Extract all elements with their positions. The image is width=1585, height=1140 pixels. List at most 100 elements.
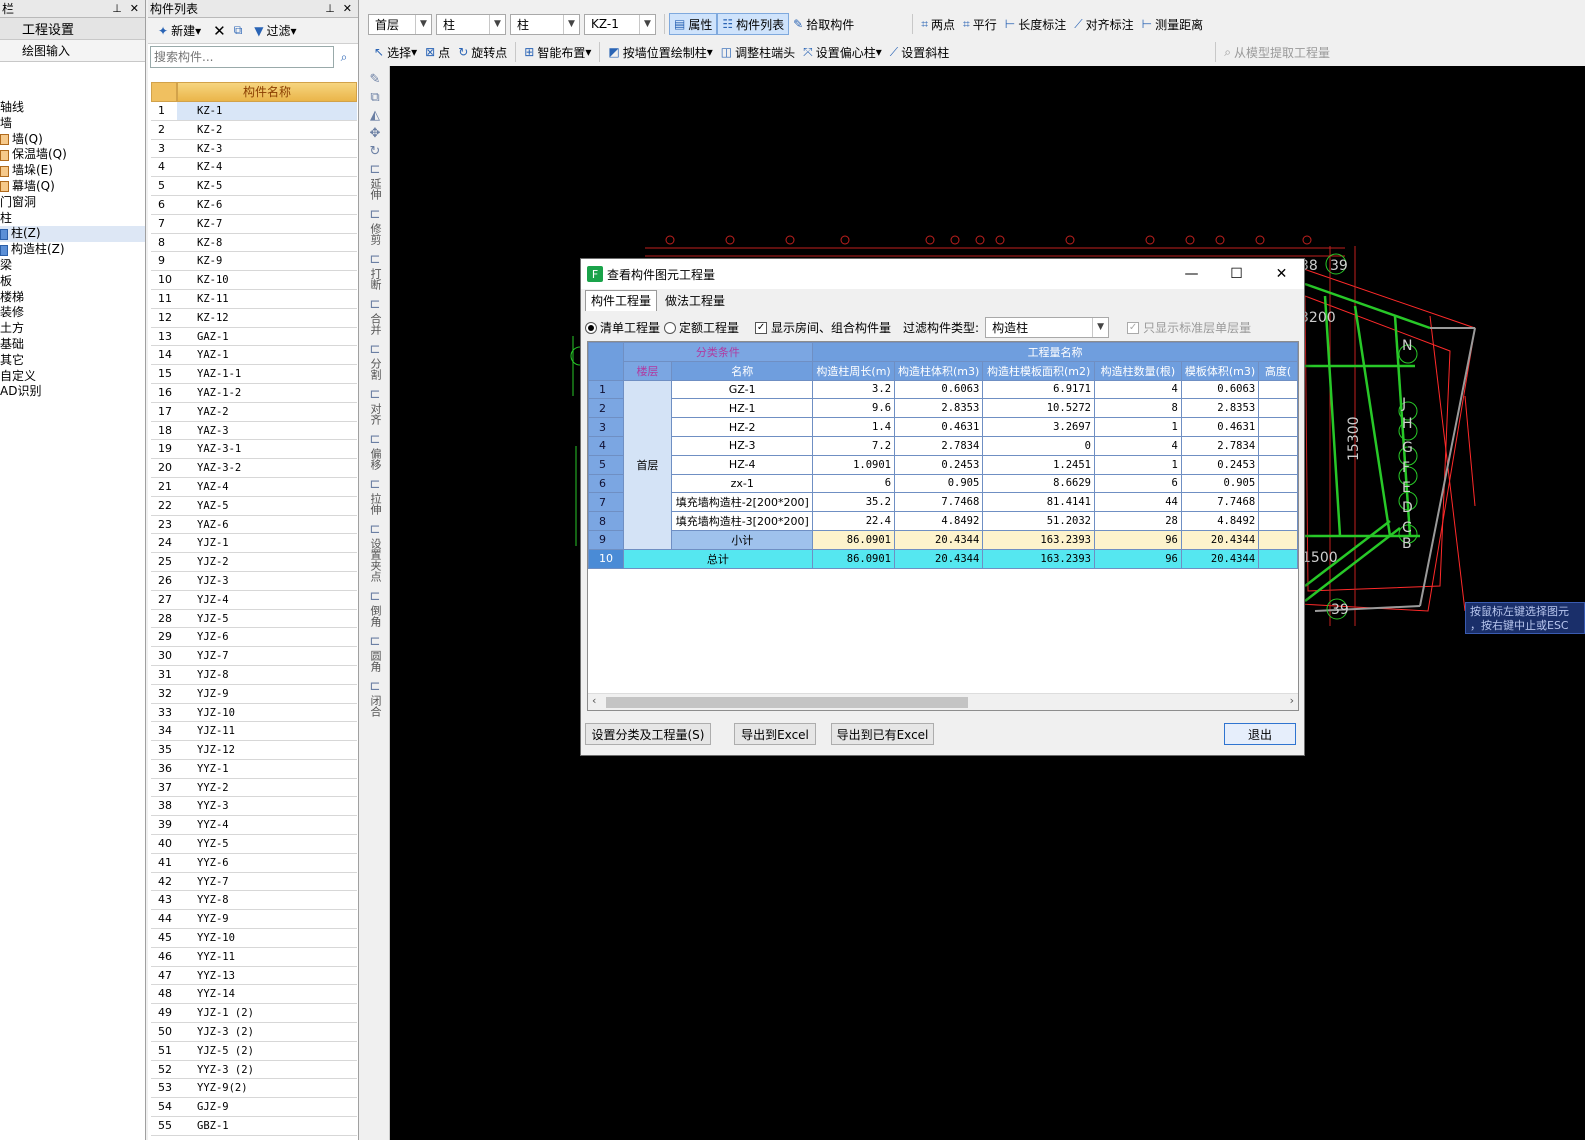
table-row[interactable]: 27 YJZ-4 [151,590,357,610]
table-row[interactable]: 34 YJZ-11 [151,722,357,742]
table-row[interactable]: 5 KZ-5 [151,177,357,196]
export-excel-button[interactable]: 导出到Excel [734,723,816,745]
two-point-button[interactable]: ⌗ 两点 [917,13,959,35]
table-row[interactable]: 4 KZ-4 [151,158,357,178]
table-row[interactable]: 49 YJZ-1 (2) [151,1004,357,1024]
table-row[interactable]: 11 KZ-11 [151,289,357,309]
floor-select[interactable]: 首层 ▼ [368,13,432,35]
table-row[interactable]: 52 YYZ-3 (2) [151,1060,357,1080]
tree-item[interactable]: 墙垛(E) [0,163,145,179]
table-row[interactable]: 39 YYZ-4 [151,816,357,836]
component-list-button[interactable]: ☷ 构件列表 [717,13,790,35]
tree-item[interactable]: 柱 [0,211,145,227]
pin-icon[interactable]: ⊥ [112,2,122,15]
table-row[interactable]: 51 YJZ-5 (2) [151,1041,357,1061]
table-row[interactable]: 33 YJZ-10 [151,703,357,723]
table-row[interactable]: 47 YYZ-13 [151,966,357,986]
strip-tool[interactable]: ⊏ 闭合 [362,680,388,720]
table-row[interactable]: 9 小计 86.0901 20.4344 163.2393 96 20.4344 [588,529,1298,550]
tree-item[interactable]: 幕墙(Q) [0,179,145,195]
tree-item[interactable]: 其它 [0,353,145,369]
table-row[interactable]: 44 YYZ-9 [151,910,357,930]
slant-column-button[interactable]: ⟋ 设置斜柱 [886,41,953,63]
tree-item[interactable]: 基础 [0,337,145,353]
table-row[interactable]: 53 YYZ-9(2) [151,1079,357,1099]
close-icon[interactable]: ✕ [1259,266,1304,282]
table-row[interactable]: 8 KZ-8 [151,233,357,253]
maximize-icon[interactable]: ☐ [1214,266,1259,282]
table-row[interactable]: 46 YYZ-11 [151,947,357,967]
aligned-dimension-button[interactable]: ⟋ 对齐标注 [1070,13,1137,35]
table-row[interactable]: 6 zx-1 6 0.905 8.6629 6 0.905 [588,473,1298,494]
table-row[interactable]: 5 HZ-4 1.0901 0.2453 1.2451 1 0.2453 [588,454,1298,475]
strip-tool[interactable]: ⊏ 合并 [362,298,388,338]
component-select[interactable]: KZ-1 ▼ [584,13,656,35]
standard-floor-checkbox[interactable]: ✓ 只显示标准层单层量 [1127,319,1251,336]
minimize-icon[interactable]: — [1169,266,1214,282]
rotate-tool[interactable]: ↻ [362,145,388,158]
table-row[interactable]: 6 KZ-6 [151,195,357,215]
rotate-point-button[interactable]: ↻ 旋转点 [454,41,511,63]
table-row[interactable]: 23 YAZ-6 [151,515,357,535]
table-row[interactable]: 1 首层 GZ-1 3.2 0.6063 6.9171 4 0.6063 [588,379,1298,550]
tree-item[interactable]: 柱(Z) [0,226,145,243]
scrollbar-thumb[interactable] [606,697,968,708]
table-row[interactable]: 24 YJZ-1 [151,534,357,554]
table-row[interactable]: 55 GBZ-1 [151,1117,357,1136]
table-row[interactable]: 28 YJZ-5 [151,609,357,629]
table-row[interactable]: 25 YJZ-2 [151,553,357,572]
show-room-checkbox[interactable]: ✓ 显示房间、组合构件量 [755,319,891,336]
element-type-select[interactable]: 柱 ▼ [436,13,506,35]
table-row[interactable]: 1 KZ-1 [151,102,357,121]
draw-column-by-wall-button[interactable]: ◩ 按墙位置绘制柱 ▾ [604,41,716,63]
table-row[interactable]: 7 填充墙构造柱-2[200*200] 35.2 7.7468 81.4141 44 7.7… [588,492,1298,513]
copy-tool[interactable]: ⧉ [362,91,388,104]
table-row[interactable]: 20 YAZ-3-2 [151,459,357,478]
table-row[interactable]: 8 填充墙构造柱-3[200*200] 22.4 4.8492 51.2032 28 4.8… [588,511,1298,531]
tree-item[interactable]: 自定义 [0,369,145,385]
table-row[interactable]: 22 YAZ-5 [151,496,357,516]
tab-component-quantity[interactable]: 构件工程量 [585,290,658,311]
delete-icon[interactable]: ✕ [213,22,226,40]
table-row[interactable]: 37 YYZ-2 [151,778,357,798]
strip-tool[interactable]: ⊏ 修剪 [362,208,388,248]
pick-component-button[interactable]: ✎ 拾取构件 [789,13,858,35]
table-row[interactable]: 26 YJZ-3 [151,571,357,591]
new-component-button[interactable]: ✦ 新建 ▾ [154,20,205,42]
horizontal-scrollbar[interactable]: ‹ › [588,693,1298,710]
close-icon[interactable]: ✕ [130,2,139,15]
element-subtype-select[interactable]: 柱 ▼ [510,13,580,35]
adjust-column-end-button[interactable]: ◫ 调整柱端头 [717,41,799,63]
tree-item[interactable]: 墙(Q) [0,132,145,148]
drawing-input-button[interactable]: 绘图输入 [0,40,145,62]
table-row[interactable]: 21 YAZ-4 [151,477,357,497]
table-row[interactable]: 9 KZ-9 [151,252,357,272]
tree-item[interactable]: 轴线 [0,100,145,116]
bill-quantity-radio[interactable]: 清单工程量 [585,319,660,336]
tree-item[interactable]: 墙 [0,116,145,132]
strip-tool[interactable]: ⊏ 设置夹点 [362,523,388,585]
project-settings-button[interactable]: 工程设置 [0,18,145,40]
pin-icon[interactable]: ⊥ [325,2,335,15]
brush-tool[interactable]: ✎ [362,73,388,86]
table-row[interactable]: 3 KZ-3 [151,139,357,159]
measure-distance-button[interactable]: ⊢ 测量距离 [1138,13,1207,35]
tree-item[interactable]: 保温墙(Q) [0,147,145,163]
table-row[interactable]: 17 YAZ-2 [151,402,357,422]
strip-tool[interactable]: ⊏ 偏移 [362,433,388,473]
close-icon[interactable]: ✕ [343,2,352,15]
table-row[interactable]: 2 HZ-1 9.6 2.8353 10.5272 8 2.8353 [588,398,1298,419]
table-row[interactable]: 3 HZ-2 1.4 0.4631 3.2697 1 0.4631 [588,417,1298,437]
quota-quantity-radio[interactable]: 定额工程量 [664,319,739,336]
table-row[interactable]: 42 YYZ-7 [151,872,357,892]
table-row[interactable]: 31 YJZ-8 [151,665,357,685]
copy-icon[interactable]: ⧉ [234,23,243,38]
tree-item[interactable]: 楼梯 [0,290,145,306]
search-icon[interactable]: ⌕ [334,46,354,68]
tree-item[interactable]: AD识别 [0,384,145,400]
strip-tool[interactable]: ⊏ 倒角 [362,590,388,630]
properties-button[interactable]: ▤ 属性 [669,13,718,35]
table-row[interactable]: 48 YYZ-14 [151,985,357,1005]
table-row[interactable]: 45 YYZ-10 [151,929,357,948]
filter-type-select[interactable]: 构造柱 ▼ [985,316,1110,338]
